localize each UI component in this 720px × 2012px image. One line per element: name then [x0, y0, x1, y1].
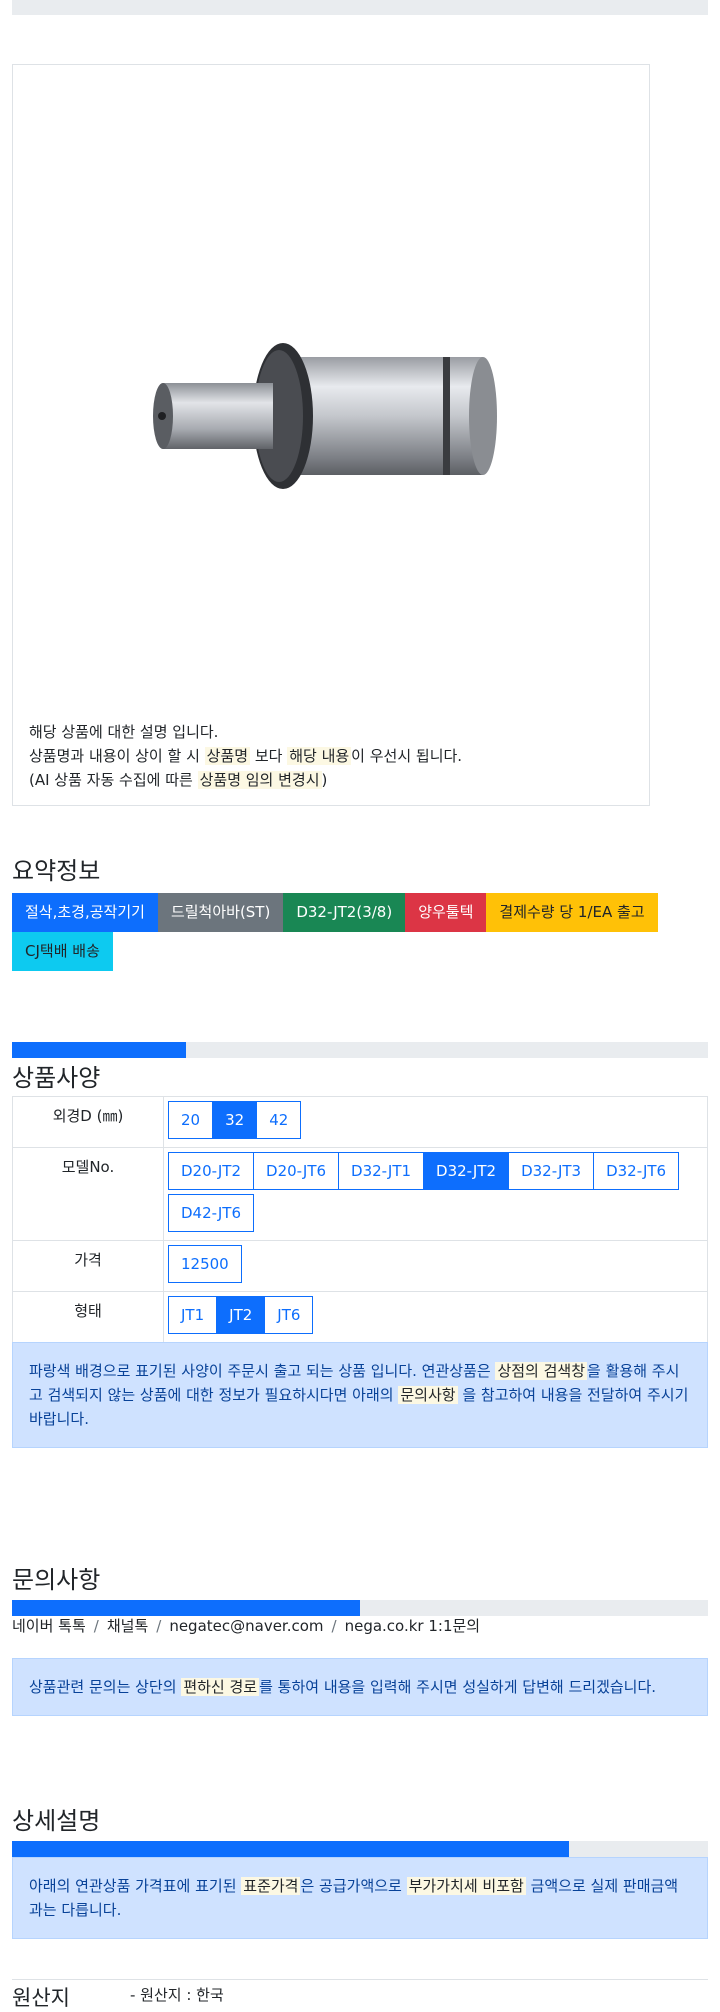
- spec-label: 모델No.: [12, 1147, 164, 1241]
- spec-option-button[interactable]: 20: [168, 1101, 214, 1139]
- spec-option-button[interactable]: D32-JT2: [423, 1152, 510, 1190]
- highlight-inquiry: 문의사항: [398, 1386, 458, 1404]
- spec-option-button[interactable]: 32: [212, 1101, 258, 1139]
- top-progress-bar: [12, 0, 708, 15]
- link-inquiry[interactable]: nega.co.kr 1:1문의: [345, 1617, 481, 1635]
- link-separator: /: [331, 1617, 337, 1635]
- spec-option-button[interactable]: D32-JT1: [338, 1152, 425, 1190]
- origin-label: 원산지: [12, 1986, 70, 2010]
- desc-text: 상품명과 내용이 상이 할 시: [29, 747, 205, 765]
- inquiry-progress-bar: [12, 1600, 708, 1616]
- badge-product-type: 드릴척아바(ST): [157, 893, 284, 932]
- product-image-box: 해당 상품에 대한 설명 입니다. 상품명과 내용이 상이 할 시 상품명 보다…: [12, 64, 650, 806]
- spec-option-button[interactable]: JT1: [168, 1296, 218, 1334]
- spec-label: 외경D (㎜): [12, 1096, 164, 1148]
- spec-label: 형태: [12, 1291, 164, 1343]
- highlight-content: 해당 내용: [287, 747, 352, 765]
- spec-row: 외경D (㎜) 20 32 42: [12, 1096, 708, 1148]
- spec-row: 형태 JT1 JT2 JT6: [12, 1291, 708, 1343]
- spec-option-button[interactable]: JT2: [216, 1296, 266, 1334]
- detail-progress-fill: [12, 1841, 569, 1857]
- spec-table: 외경D (㎜) 20 32 42 모델No. D20-JT2 D20-JT6 D32-JT1 D…: [12, 1096, 708, 1343]
- highlight-search: 상점의 검색창: [495, 1362, 588, 1380]
- link-email[interactable]: negatec@naver.com: [169, 1617, 323, 1635]
- desc-text: 이 우선시 됩니다.: [351, 747, 463, 765]
- badge-brand: 양우툴텍: [405, 893, 487, 932]
- alert-text: 를 통하여 내용을 입력해 주시면 성실하게 답변해 드리겠습니다.: [259, 1678, 657, 1696]
- spec-progress-fill: [12, 1042, 186, 1058]
- spec-options: D20-JT2 D20-JT6 D32-JT1 D32-JT2 D32-JT3 D32-J…: [163, 1147, 708, 1241]
- alert-text: 상품관련 문의는 상단의: [29, 1678, 182, 1696]
- inquiry-alert: 상품관련 문의는 상단의 편하신 경로 를 통하여 내용을 입력해 주시면 성실하…: [12, 1658, 708, 1716]
- desc-line-1: 해당 상품에 대한 설명 입니다.: [29, 723, 219, 741]
- link-separator: /: [156, 1617, 162, 1635]
- detail-progress-bar: [12, 1841, 708, 1857]
- spec-progress-bar: [12, 1042, 708, 1058]
- spec-options: 20 32 42: [163, 1096, 708, 1148]
- page-content: 해당 상품에 대한 설명 입니다. 상품명과 내용이 상이 할 시 상품명 보다…: [12, 0, 708, 2010]
- spec-option-button[interactable]: JT6: [264, 1296, 314, 1334]
- spec-options: JT1 JT2 JT6: [163, 1291, 708, 1343]
- detail-alert: 아래의 연관상품 가격표에 표기된 표준가격 은 공급가액으로 부가가치세 비포함…: [12, 1857, 708, 1939]
- product-image-description: 해당 상품에 대한 설명 입니다. 상품명과 내용이 상이 할 시 상품명 보다…: [29, 720, 462, 792]
- spec-info-alert: 파랑색 배경으로 표기된 사양이 주문시 출고 되는 상품 입니다. 연관상품은…: [12, 1342, 708, 1448]
- highlight-route: 편하신 경로: [181, 1678, 260, 1696]
- desc-text: 보다: [250, 747, 288, 765]
- desc-text: ): [321, 771, 328, 789]
- spec-option-button[interactable]: D20-JT6: [253, 1152, 340, 1190]
- badge-model: D32-JT2(3/8): [283, 893, 406, 932]
- link-channel-talk[interactable]: 채널톡: [107, 1617, 148, 1635]
- alert-text: 파랑색 배경으로 표기된 사양이 주문시 출고 되는 상품 입니다. 연관상품은: [29, 1362, 496, 1380]
- desc-line-2: 상품명과 내용이 상이 할 시 상품명 보다 해당 내용 이 우선시 됩니다.: [29, 744, 462, 768]
- inquiry-links: 네이버 톡톡 / 채널톡 / negatec@naver.com / nega.co.kr …: [12, 1615, 480, 1636]
- desc-line-3: (AI 상품 자동 수집에 따른 상품명 임의 변경시): [29, 768, 462, 792]
- origin-section: 원산지 - 원산지 : 한국: [12, 1979, 708, 2010]
- origin-value: - 원산지 : 한국: [130, 1986, 224, 2004]
- summary-badges: 절삭,초경,공작기기 드릴척아바(ST) D32-JT2(3/8) 양우툴텍 결…: [12, 893, 708, 971]
- spec-option-button[interactable]: D42-JT6: [168, 1194, 255, 1232]
- summary-title: 요약정보: [12, 857, 101, 885]
- spec-row: 모델No. D20-JT2 D20-JT6 D32-JT1 D32-JT2 D32-JT3…: [12, 1147, 708, 1241]
- spec-option-button[interactable]: 42: [256, 1101, 302, 1139]
- alert-text: 은 공급가액으로: [300, 1877, 407, 1895]
- spec-row: 가격 12500: [12, 1240, 708, 1292]
- highlight-vat-excluded: 부가가치세 비포함: [406, 1877, 526, 1895]
- inquiry-title: 문의사항: [12, 1566, 101, 1594]
- badge-category: 절삭,초경,공작기기: [12, 893, 158, 932]
- spec-options: 12500: [163, 1240, 708, 1292]
- spec-option-button[interactable]: D20-JT2: [168, 1152, 255, 1190]
- highlight-name-change: 상품명 임의 변경시: [197, 771, 322, 789]
- spec-option-button[interactable]: D32-JT3: [508, 1152, 595, 1190]
- spec-option-button[interactable]: D32-JT6: [593, 1152, 680, 1190]
- detail-title: 상세설명: [12, 1807, 101, 1835]
- link-naver-talk[interactable]: 네이버 톡톡: [12, 1617, 86, 1635]
- spec-label: 가격: [12, 1240, 164, 1292]
- link-separator: /: [93, 1617, 99, 1635]
- highlight-standard-price: 표준가격: [241, 1877, 301, 1895]
- highlight-product-name: 상품명: [204, 747, 251, 765]
- product-image: [153, 343, 497, 489]
- badge-quantity: 결제수량 당 1/EA 출고: [486, 893, 658, 932]
- desc-text: (AI 상품 자동 수집에 따른: [29, 771, 198, 789]
- spec-title: 상품사양: [12, 1064, 101, 1092]
- inquiry-progress-fill: [12, 1600, 360, 1616]
- badge-shipping: CJ택배 배송: [12, 932, 113, 971]
- alert-text: 아래의 연관상품 가격표에 표기된: [29, 1877, 242, 1895]
- spec-option-button[interactable]: 12500: [168, 1245, 242, 1283]
